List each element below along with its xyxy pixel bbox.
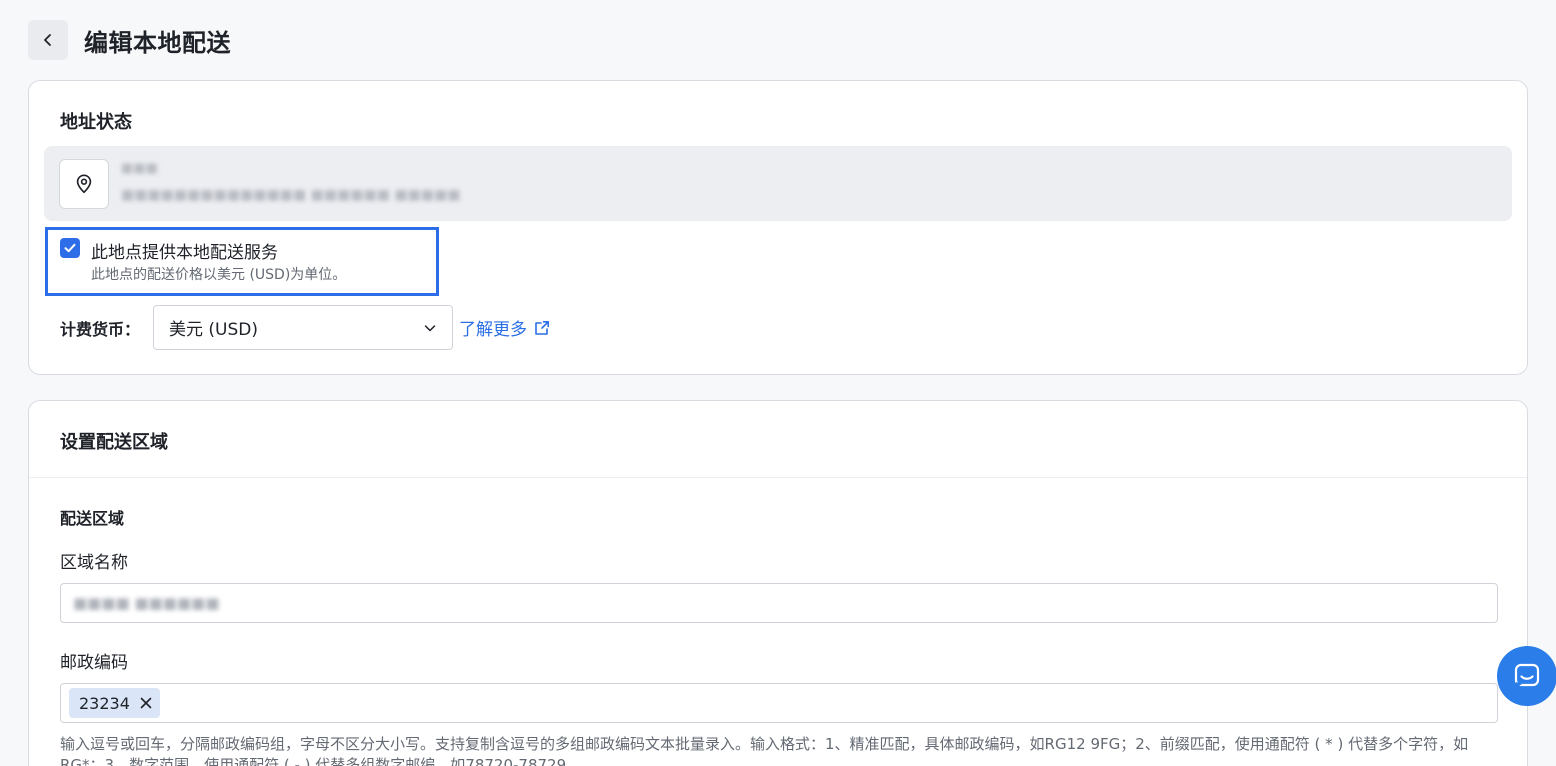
close-icon [140,697,152,709]
section-divider [29,477,1527,478]
location-name: ■■■ [121,161,158,176]
chevron-left-icon [44,34,51,46]
currency-select[interactable]: 美元 (USD) [153,305,453,350]
postal-code-input[interactable]: 23234 [60,683,1498,723]
back-button[interactable] [28,20,68,60]
currency-row: 计费货币： 美元 (USD) 了解更多 [60,305,550,350]
location-box: ■■■ ■■■■■■■■■■■■■■ ■■■■■■ ■■■■■ [44,146,1512,221]
location-pin-icon [76,174,92,194]
zone-name-label: 区域名称 [60,553,128,573]
address-status-card: 地址状态 ■■■ ■■■■■■■■■■■■■■ ■■■■■■ ■■■■■ 此地点… [28,80,1528,375]
learn-more-link[interactable]: 了解更多 [459,315,550,340]
postal-code-tag-label: 23234 [79,693,130,713]
page-title: 编辑本地配送 [84,28,231,57]
address-status-title: 地址状态 [60,112,132,133]
currency-value: 美元 (USD) [169,320,258,340]
external-link-icon [535,320,549,335]
postal-code-tag: 23234 [69,688,160,718]
postal-code-label: 邮政编码 [60,653,128,673]
chat-button[interactable] [1497,646,1556,706]
zone-name-input[interactable]: ■■■■ ■■■■■■ [60,583,1498,623]
local-delivery-checkbox-group: 此地点提供本地配送服务 此地点的配送价格以美元 (USD)为单位。 [45,227,439,296]
chat-icon [1514,663,1540,688]
local-delivery-checkbox[interactable] [60,238,80,258]
remove-tag-button[interactable] [140,697,152,709]
delivery-zone-card: 设置配送区域 配送区域 区域名称 ■■■■ ■■■■■■ 邮政编码 23234 … [28,400,1528,766]
location-icon-box [59,159,109,209]
zone-name-value: ■■■■ ■■■■■■ [73,594,220,612]
learn-more-label: 了解更多 [459,320,527,340]
delivery-zone-title: 设置配送区域 [60,432,168,453]
local-delivery-help: 此地点的配送价格以美元 (USD)为单位。 [91,267,347,283]
currency-label: 计费货币： [60,319,141,339]
postal-code-help: 输入逗号或回车，分隔邮政编码组，字母不区分大小写。支持复制含逗号的多组邮政编码文… [60,735,1469,766]
location-address: ■■■■■■■■■■■■■■ ■■■■■■ ■■■■■ [121,187,461,203]
local-delivery-label: 此地点提供本地配送服务 [91,243,278,263]
checkmark-icon [64,243,76,253]
delivery-zone-subtitle: 配送区域 [60,509,125,528]
chevron-down-icon [424,324,436,331]
page-header: 编辑本地配送 [28,20,231,60]
